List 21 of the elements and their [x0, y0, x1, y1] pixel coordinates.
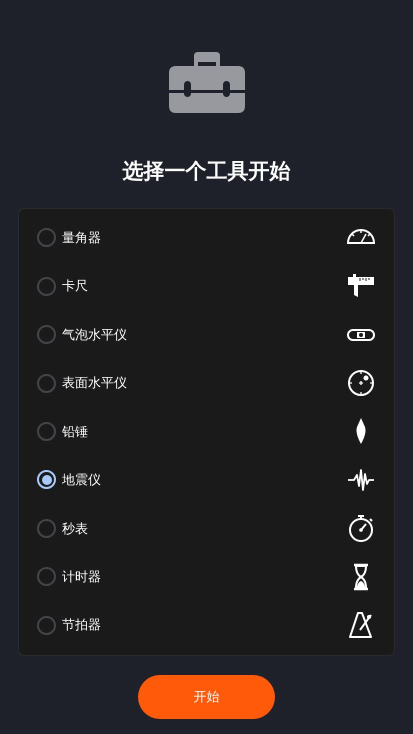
dial-icon — [346, 368, 376, 398]
stopwatch-icon — [346, 513, 376, 544]
tool-label[interactable]: 铅锤 — [62, 422, 346, 442]
radio-button[interactable] — [37, 228, 56, 248]
radio-button[interactable] — [37, 518, 56, 538]
radio-button[interactable] — [37, 616, 56, 635]
toolbox-icon — [168, 52, 246, 114]
tool-label[interactable]: 卡尺 — [62, 276, 346, 296]
tool-label[interactable]: 表面水平仪 — [62, 373, 346, 393]
radio-button[interactable] — [37, 325, 56, 344]
radio-button[interactable] — [37, 374, 56, 393]
tool-label[interactable]: 气泡水平仪 — [62, 324, 346, 344]
tool-label[interactable]: 节拍器 — [62, 615, 346, 635]
radio-button[interactable] — [37, 422, 56, 441]
tool-label[interactable]: 秒表 — [62, 518, 346, 538]
radio-button[interactable] — [37, 276, 56, 296]
tool-label[interactable]: 量角器 — [62, 228, 346, 248]
tool-label[interactable]: 地震仪 — [62, 470, 346, 490]
page-title: 选择一个工具开始 — [122, 159, 290, 185]
tool-label[interactable]: 计时器 — [62, 567, 346, 587]
radio-button[interactable] — [37, 567, 56, 586]
